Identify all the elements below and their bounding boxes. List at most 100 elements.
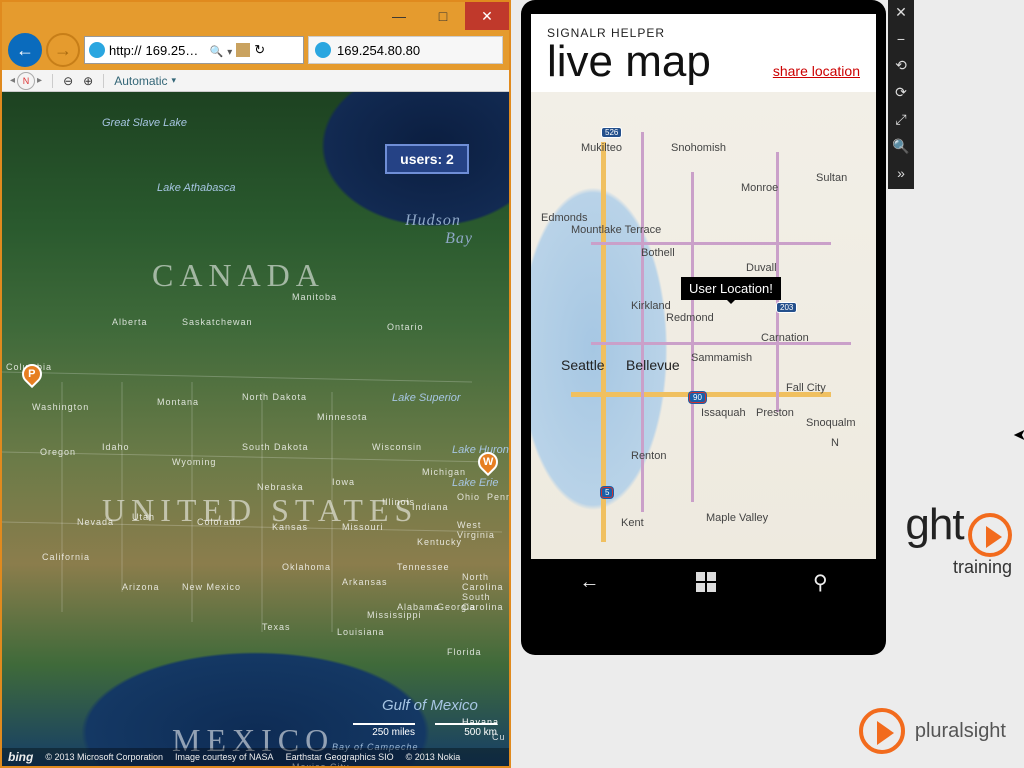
state-label: Colorado (197, 517, 242, 527)
state-label: Oklahoma (282, 562, 331, 572)
city-label: Kirkland (631, 300, 671, 312)
state-label: Florida (447, 647, 482, 657)
phone-screen: SIGNALR HELPER live map share location 5… (531, 14, 876, 559)
pluralsight-banner: ght training (905, 500, 1012, 578)
share-location-link[interactable]: share location (773, 63, 860, 79)
bing-map-canvas[interactable]: users: 2 Great Slave Lake Lake Athabasca… (2, 92, 509, 766)
map-attribution: bing © 2013 Microsoft Corporation Image … (2, 748, 509, 766)
compass-control[interactable]: ◂ N ▸ (10, 72, 42, 90)
state-label: Georgia (437, 602, 476, 612)
prov-label: Ontario (387, 322, 424, 332)
phone-home-button[interactable] (696, 572, 716, 592)
city-label: Renton (631, 450, 666, 462)
compat-view-icon[interactable] (236, 43, 250, 57)
state-label: Tennessee (397, 562, 450, 572)
city-seattle: Seattle (561, 357, 605, 373)
lake-label: Lake Erie (452, 477, 498, 489)
state-label: New Mexico (182, 582, 241, 592)
page-title: live map (547, 40, 711, 84)
state-label: Wyoming (172, 457, 216, 467)
toolbar-separator (103, 74, 104, 88)
gulf-label: Gulf of Mexico (382, 697, 478, 714)
mouse-cursor-icon: ➤ (1013, 425, 1024, 445)
phone-nav-bar: ← ⚲ (531, 559, 876, 605)
emu-close-button[interactable]: ✕ (895, 4, 907, 21)
search-dropdown-icon[interactable] (227, 43, 232, 58)
shield-203: 203 (776, 302, 797, 313)
city-label: Monroe (741, 182, 778, 194)
city-bellevue: Bellevue (626, 357, 680, 373)
city-label: Snoqualm (806, 417, 856, 429)
city-label: Redmond (666, 312, 714, 324)
state-label: Louisiana (337, 627, 385, 637)
phone-map-canvas[interactable]: 5 90 526 203 Seattle Bellevue Redmond Ki… (531, 92, 876, 559)
emu-rotate-right-button[interactable]: ⟳ (895, 84, 907, 101)
city-label: N (831, 437, 839, 449)
state-label: Arkansas (342, 577, 388, 587)
emu-fit-button[interactable]: ⤢ (895, 111, 906, 128)
state-label: Minnesota (317, 412, 368, 422)
ie-favicon-icon (89, 42, 105, 58)
map-scale-bar: 250 miles 500 km (353, 723, 497, 738)
address-bar[interactable]: http:// (84, 36, 304, 64)
state-label: Iowa (332, 477, 355, 487)
state-label: Missouri (342, 522, 384, 532)
tab-favicon-icon (315, 42, 331, 58)
road (591, 342, 851, 345)
lake-label: Lake Superior (392, 392, 461, 404)
state-label: Michigan (422, 467, 466, 477)
state-label: Arizona (122, 582, 160, 592)
country-canada-label: CANADA (152, 257, 325, 294)
emu-more-button[interactable]: » (897, 165, 905, 181)
emu-zoom-button[interactable]: 🔍 (892, 138, 909, 155)
browser-tab[interactable]: 169.254.80.80 (308, 36, 503, 64)
scale-km: 500 km (435, 723, 497, 738)
state-label: California (42, 552, 90, 562)
state-label: Idaho (102, 442, 130, 452)
emu-rotate-left-button[interactable]: ⟲ (895, 57, 907, 74)
play-ring-icon (859, 708, 905, 754)
emu-minimize-button[interactable]: − (897, 31, 905, 47)
state-label: Washington (32, 402, 89, 412)
window-minimize-button[interactable]: — (377, 2, 421, 30)
back-button[interactable]: ← (8, 33, 42, 67)
state-label: Utah (132, 512, 155, 522)
shield-i90: 90 (689, 392, 706, 403)
city-label: Sultan (816, 172, 847, 184)
prov-label: Manitoba (292, 292, 337, 302)
phone-back-button[interactable]: ← (579, 571, 599, 594)
url-input[interactable] (146, 43, 206, 58)
window-close-button[interactable]: ✕ (465, 2, 509, 30)
city-label: Edmonds (541, 212, 587, 224)
city-label: Preston (756, 407, 794, 419)
state-label: Nevada (77, 517, 114, 527)
app-header: SIGNALR HELPER live map share location (547, 26, 860, 84)
attrib-nokia: © 2013 Nokia (406, 752, 461, 762)
state-label: West Virginia (457, 520, 509, 540)
road (591, 242, 831, 245)
prov-label: Alberta (112, 317, 148, 327)
lake-label: Great Slave Lake (102, 117, 187, 129)
search-icon[interactable] (210, 43, 224, 58)
ie-browser-window: — □ ✕ ← → http:// 169.254.80.80 ◂ N ▸ ⊖ … (0, 0, 511, 768)
user-location-callout[interactable]: User Location! (681, 277, 781, 300)
zoom-out-icon[interactable]: ⊖ (63, 74, 73, 88)
window-titlebar: — □ ✕ (2, 2, 509, 30)
phone-search-button[interactable]: ⚲ (813, 570, 828, 595)
map-style-dropdown[interactable]: Automatic (114, 74, 176, 88)
state-label: Mississippi (367, 610, 422, 620)
brand-subtext: training (905, 557, 1012, 578)
shield-526: 526 (601, 127, 622, 138)
scale-miles: 250 miles (353, 723, 415, 738)
road (691, 172, 694, 502)
tab-title: 169.254.80.80 (337, 43, 420, 58)
zoom-in-icon[interactable]: ⊕ (83, 74, 93, 88)
bing-map-toolbar: ◂ N ▸ ⊖ ⊕ Automatic (2, 70, 509, 92)
state-label: Texas (262, 622, 291, 632)
refresh-icon[interactable] (254, 42, 265, 58)
bing-logo: bing (8, 750, 33, 764)
prov-label: Saskatchewan (182, 317, 253, 327)
city-label: Bothell (641, 247, 675, 259)
forward-button[interactable]: → (46, 33, 80, 67)
window-maximize-button[interactable]: □ (421, 2, 465, 30)
